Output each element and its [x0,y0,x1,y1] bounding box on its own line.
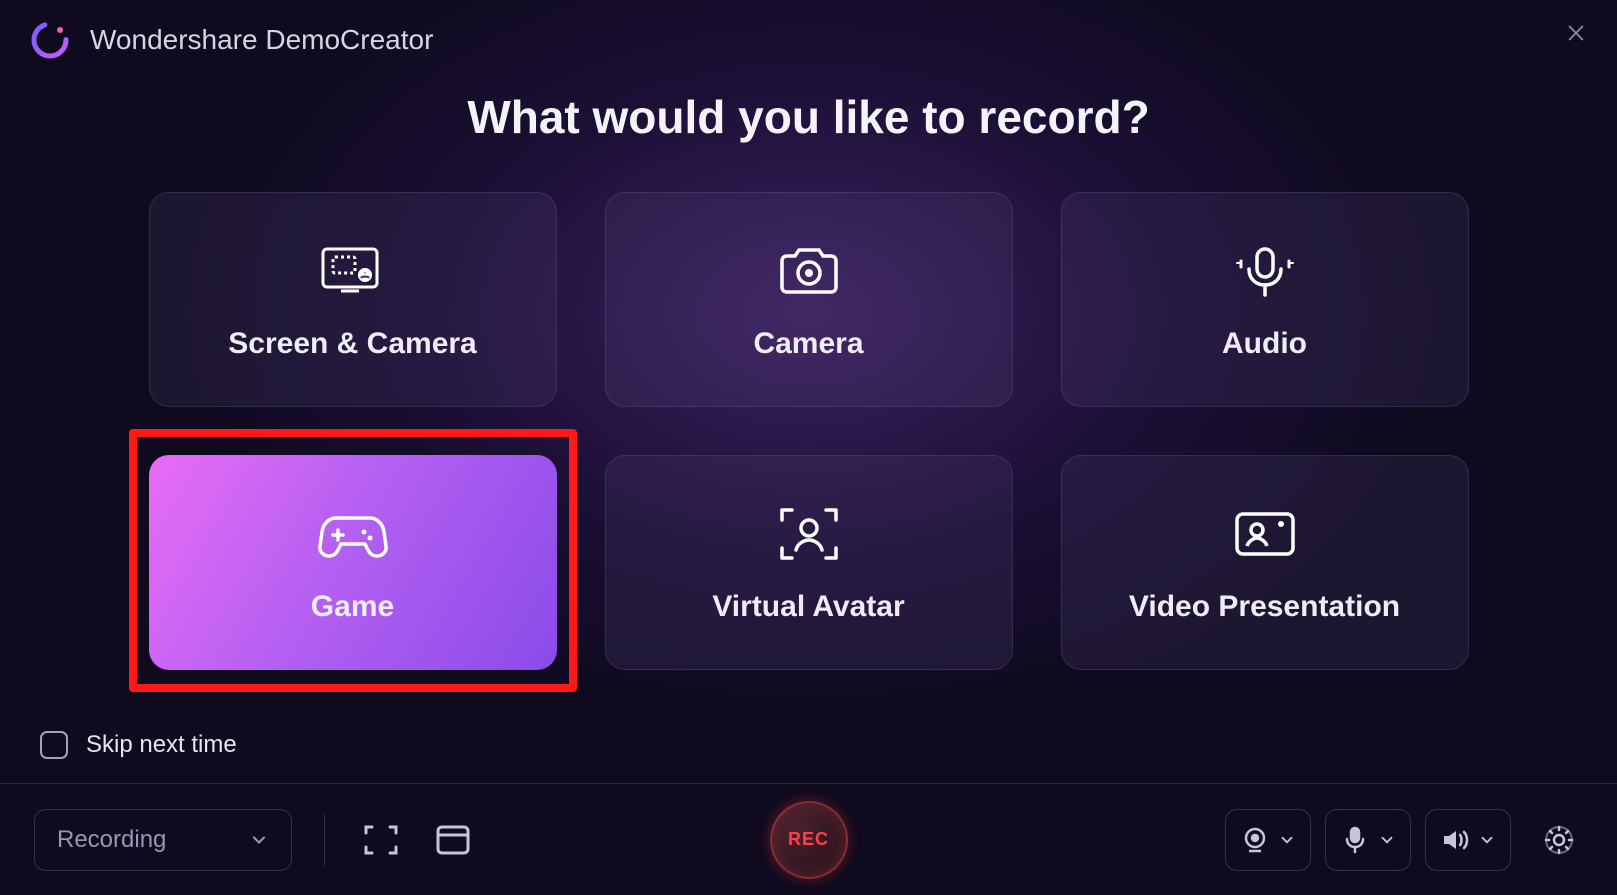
screen-camera-icon [317,239,389,303]
video-presentation-icon [1229,502,1301,566]
webcam-toggle[interactable] [1225,809,1311,871]
card-label: Game [311,590,394,624]
divider [324,814,325,866]
virtual-avatar-icon [774,502,844,566]
recording-mode-select[interactable]: Recording [34,809,292,871]
card-audio[interactable]: Audio [1061,192,1469,407]
microphone-icon [1340,825,1370,855]
chevron-down-icon [1478,831,1496,849]
app-title: Wondershare DemoCreator [90,24,433,56]
chevron-down-icon [1378,831,1396,849]
card-label: Virtual Avatar [712,590,904,624]
card-virtual-avatar[interactable]: Virtual Avatar [605,455,1013,670]
card-label: Screen & Camera [228,327,476,361]
skip-label: Skip next time [86,731,237,759]
settings-button[interactable] [1535,816,1583,864]
rec-label: REC [788,829,829,850]
skip-checkbox[interactable] [40,731,68,759]
card-video-presentation[interactable]: Video Presentation [1061,455,1469,670]
record-button[interactable]: REC [770,801,848,879]
window-capture-button[interactable] [429,816,477,864]
titlebar: Wondershare DemoCreator [0,0,1617,72]
skip-next-time-row: Skip next time [40,731,237,759]
fullscreen-capture-button[interactable] [357,816,405,864]
record-options-grid: Screen & Camera Camera Audio [0,192,1617,670]
bottom-toolbar: Recording REC [0,783,1617,895]
chevron-down-icon [1278,831,1296,849]
close-button[interactable] [1565,22,1589,46]
camera-icon [772,239,846,303]
webcam-icon [1240,825,1270,855]
mode-label: Recording [57,826,166,854]
card-game[interactable]: Game [149,455,557,670]
page-heading: What would you like to record? [0,90,1617,144]
card-label: Audio [1222,327,1307,361]
card-screen-camera[interactable]: Screen & Camera [149,192,557,407]
app-logo [28,18,72,62]
audio-icon [1233,239,1297,303]
chevron-down-icon [249,830,269,850]
card-camera[interactable]: Camera [605,192,1013,407]
card-label: Camera [753,327,863,361]
speaker-icon [1440,825,1470,855]
card-label: Video Presentation [1129,590,1400,624]
speaker-toggle[interactable] [1425,809,1511,871]
microphone-toggle[interactable] [1325,809,1411,871]
game-icon [314,502,392,566]
